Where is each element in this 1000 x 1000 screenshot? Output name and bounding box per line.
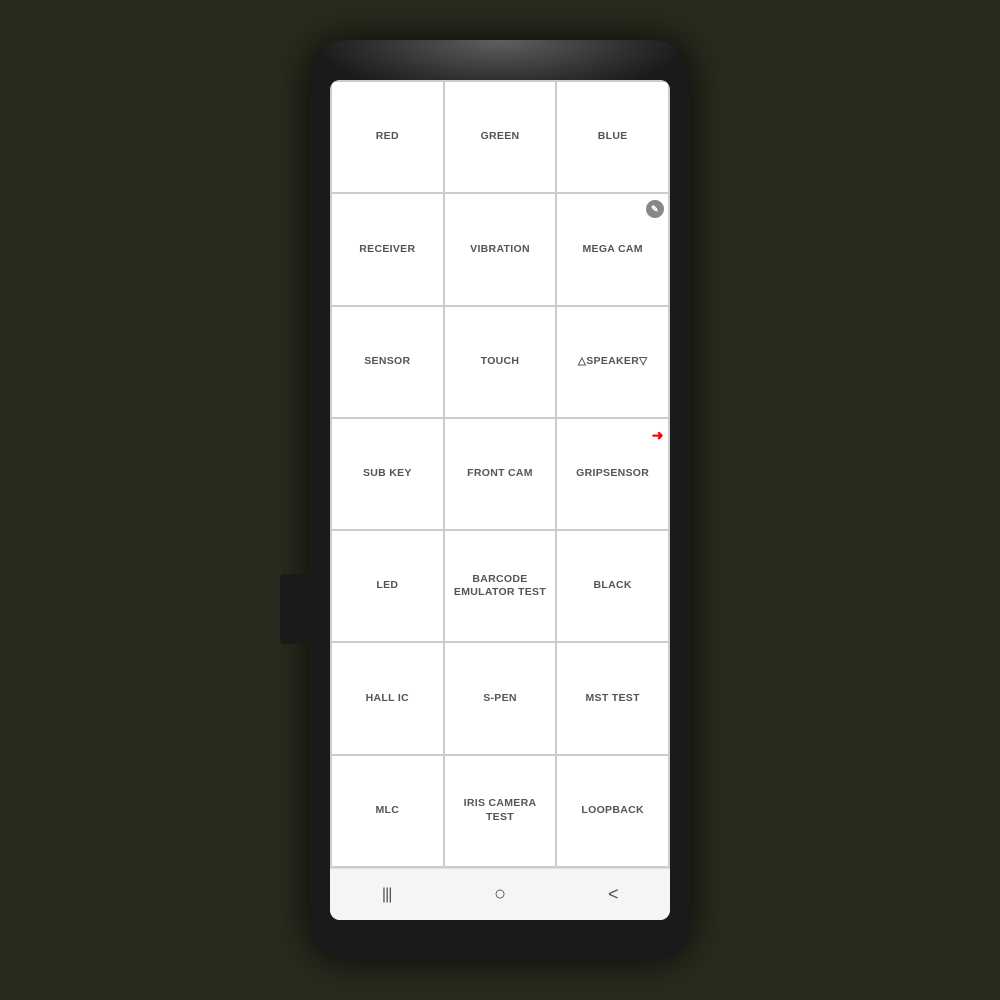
cell-label-sensor: SENSOR [364,355,410,369]
grid-cell-mlc[interactable]: MLC [332,756,443,866]
grid-cell-blue[interactable]: BLUE [557,82,668,192]
grid-cell-mst-test[interactable]: MST TEST [557,643,668,753]
cell-label-loopback: LOOPBACK [581,804,643,818]
cell-label-touch: TOUCH [481,355,520,369]
grid-cell-hall-ic[interactable]: HALL IC [332,643,443,753]
edit-icon: ✎ [646,200,664,218]
cell-label-receiver: RECEIVER [359,243,415,257]
cell-label-mst-test: MST TEST [585,692,639,706]
grid-cell-iris-camera[interactable]: IRIS CAMERA TEST [445,756,556,866]
home-icon: ○ [494,883,506,906]
cell-label-front-cam: FRONT CAM [467,467,533,481]
arrow-icon: ➜ [652,427,664,444]
back-icon: < [608,884,619,905]
side-attachment [280,574,310,644]
cell-label-vibration: VIBRATION [470,243,530,257]
phone-device: RED GREEN BLUE RECEIVER VIBRATION ✎ MEGA CAM SE… [310,40,690,960]
cell-label-sub-key: SUB KEY [363,467,412,481]
cell-label-hall-ic: HALL IC [366,692,409,706]
grid-cell-led[interactable]: LED [332,531,443,641]
home-button[interactable]: ○ [480,875,520,915]
grid-cell-barcode[interactable]: BARCODE EMULATOR TEST [445,531,556,641]
back-button[interactable]: < [593,875,633,915]
grid-cell-red[interactable]: RED [332,82,443,192]
grid-cell-green[interactable]: GREEN [445,82,556,192]
grid-cell-black[interactable]: BLACK [557,531,668,641]
test-grid: RED GREEN BLUE RECEIVER VIBRATION ✎ MEGA CAM SE… [330,80,670,868]
cell-label-iris-camera: IRIS CAMERA TEST [451,797,550,824]
phone-screen: RED GREEN BLUE RECEIVER VIBRATION ✎ MEGA CAM SE… [330,80,670,920]
grid-cell-front-cam[interactable]: FRONT CAM [445,419,556,529]
cell-label-blue: BLUE [598,130,628,144]
cell-label-s-pen: S-PEN [483,692,517,706]
navigation-bar: ||| ○ < [330,868,670,920]
cell-label-led: LED [376,579,398,593]
grid-cell-vibration[interactable]: VIBRATION [445,194,556,304]
cell-label-black: BLACK [594,579,632,593]
grid-cell-s-pen[interactable]: S-PEN [445,643,556,753]
cell-label-green: GREEN [481,130,520,144]
grid-cell-loopback[interactable]: LOOPBACK [557,756,668,866]
grid-cell-mega-cam[interactable]: ✎ MEGA CAM [557,194,668,304]
cell-label-mlc: MLC [376,804,400,818]
cell-label-gripsensor: GRIPSENSOR [576,467,649,481]
recent-apps-icon: ||| [382,886,391,904]
cell-label-red: RED [376,130,399,144]
grid-cell-gripsensor[interactable]: ➜ GRIPSENSOR [557,419,668,529]
grid-cell-sub-key[interactable]: SUB KEY [332,419,443,529]
cell-label-mega-cam: MEGA CAM [582,243,642,257]
grid-cell-sensor[interactable]: SENSOR [332,307,443,417]
grid-cell-speaker[interactable]: △SPEAKER▽ [557,307,668,417]
grid-cell-receiver[interactable]: RECEIVER [332,194,443,304]
cell-label-speaker: △SPEAKER▽ [578,355,648,369]
cell-label-barcode: BARCODE EMULATOR TEST [451,573,550,600]
grid-cell-touch[interactable]: TOUCH [445,307,556,417]
recent-apps-button[interactable]: ||| [367,875,407,915]
